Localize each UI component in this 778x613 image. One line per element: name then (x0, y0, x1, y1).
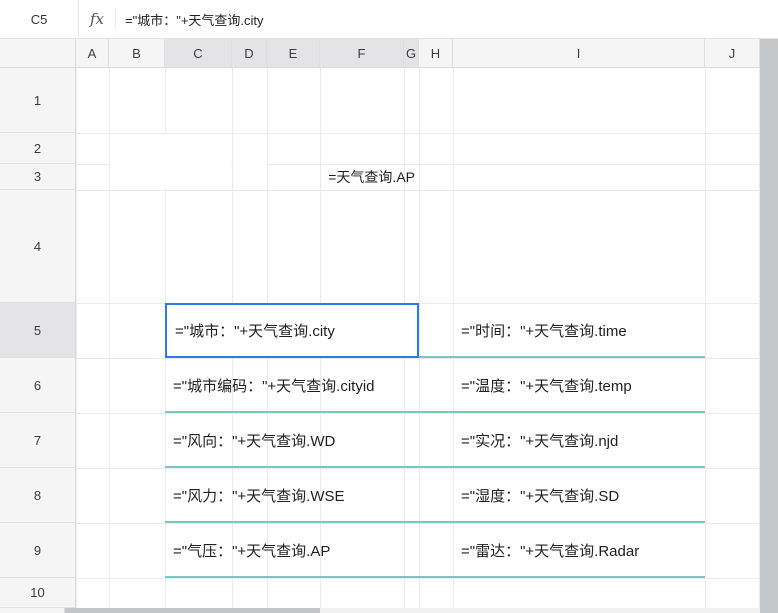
cell-F3[interactable]: =天气查询.AP (267, 164, 419, 190)
gridline (76, 190, 760, 191)
cell-C9[interactable]: ="气压："+天气查询.AP (165, 523, 427, 578)
row-header-3[interactable]: 3 (0, 164, 76, 190)
merged-cell-b2-c3[interactable] (110, 134, 231, 189)
row-header-11-sliver (0, 608, 65, 613)
merged-cell-d2-d3[interactable] (233, 134, 266, 189)
column-header-i[interactable]: I (453, 39, 705, 68)
cell-C8[interactable]: ="风力："+天气查询.WSE (165, 468, 427, 523)
column-header-e[interactable]: E (267, 39, 320, 68)
name-box[interactable]: C5 (0, 0, 78, 38)
cell-I6[interactable]: ="温度："+天气查询.temp (453, 358, 713, 413)
fx-insert-function-button[interactable]: fx (79, 0, 115, 38)
cell-I9[interactable]: ="雷达："+天气查询.Radar (453, 523, 713, 578)
cell-I5[interactable]: ="时间："+天气查询.time (453, 303, 713, 358)
cell-C5-active-selection[interactable]: ="城市："+天气查询.city (165, 303, 419, 358)
formula-bar: C5 fx ="城市："+天气查询.city (0, 0, 778, 39)
cell-I8[interactable]: ="湿度："+天气查询.SD (453, 468, 713, 523)
gridline (76, 68, 77, 608)
spreadsheet-app: C5 fx ="城市："+天气查询.city A B C D E F G H I… (0, 0, 778, 613)
column-header-d[interactable]: D (232, 39, 267, 68)
column-header-g[interactable]: G (404, 39, 419, 68)
row-header-1[interactable]: 1 (0, 68, 76, 133)
formula-input[interactable]: ="城市："+天气查询.city (116, 0, 778, 38)
gridline (76, 578, 760, 579)
column-header-j[interactable]: J (705, 39, 760, 68)
row-header-5[interactable]: 5 (0, 303, 76, 358)
column-header-c[interactable]: C (165, 39, 232, 68)
row-header-6[interactable]: 6 (0, 358, 76, 413)
column-header-a[interactable]: A (76, 39, 109, 68)
cell-C7[interactable]: ="风向："+天气查询.WD (165, 413, 427, 468)
column-header-f[interactable]: F (320, 39, 404, 68)
column-header-b[interactable]: B (109, 39, 165, 68)
vertical-scrollbar[interactable] (760, 39, 778, 613)
row-header-2[interactable]: 2 (0, 133, 76, 164)
cell-I7[interactable]: ="实况："+天气查询.njd (453, 413, 713, 468)
row-header-4[interactable]: 4 (0, 190, 76, 303)
cell-C6[interactable]: ="城市编码："+天气查询.cityid (165, 358, 427, 413)
column-header-h[interactable]: H (419, 39, 453, 68)
select-all-corner[interactable] (0, 39, 76, 68)
row-header-8[interactable]: 8 (0, 468, 76, 523)
row-header-9[interactable]: 9 (0, 523, 76, 578)
horizontal-scrollbar-thumb[interactable] (65, 608, 320, 613)
row-header-10[interactable]: 10 (0, 578, 76, 608)
row-header-7[interactable]: 7 (0, 413, 76, 468)
